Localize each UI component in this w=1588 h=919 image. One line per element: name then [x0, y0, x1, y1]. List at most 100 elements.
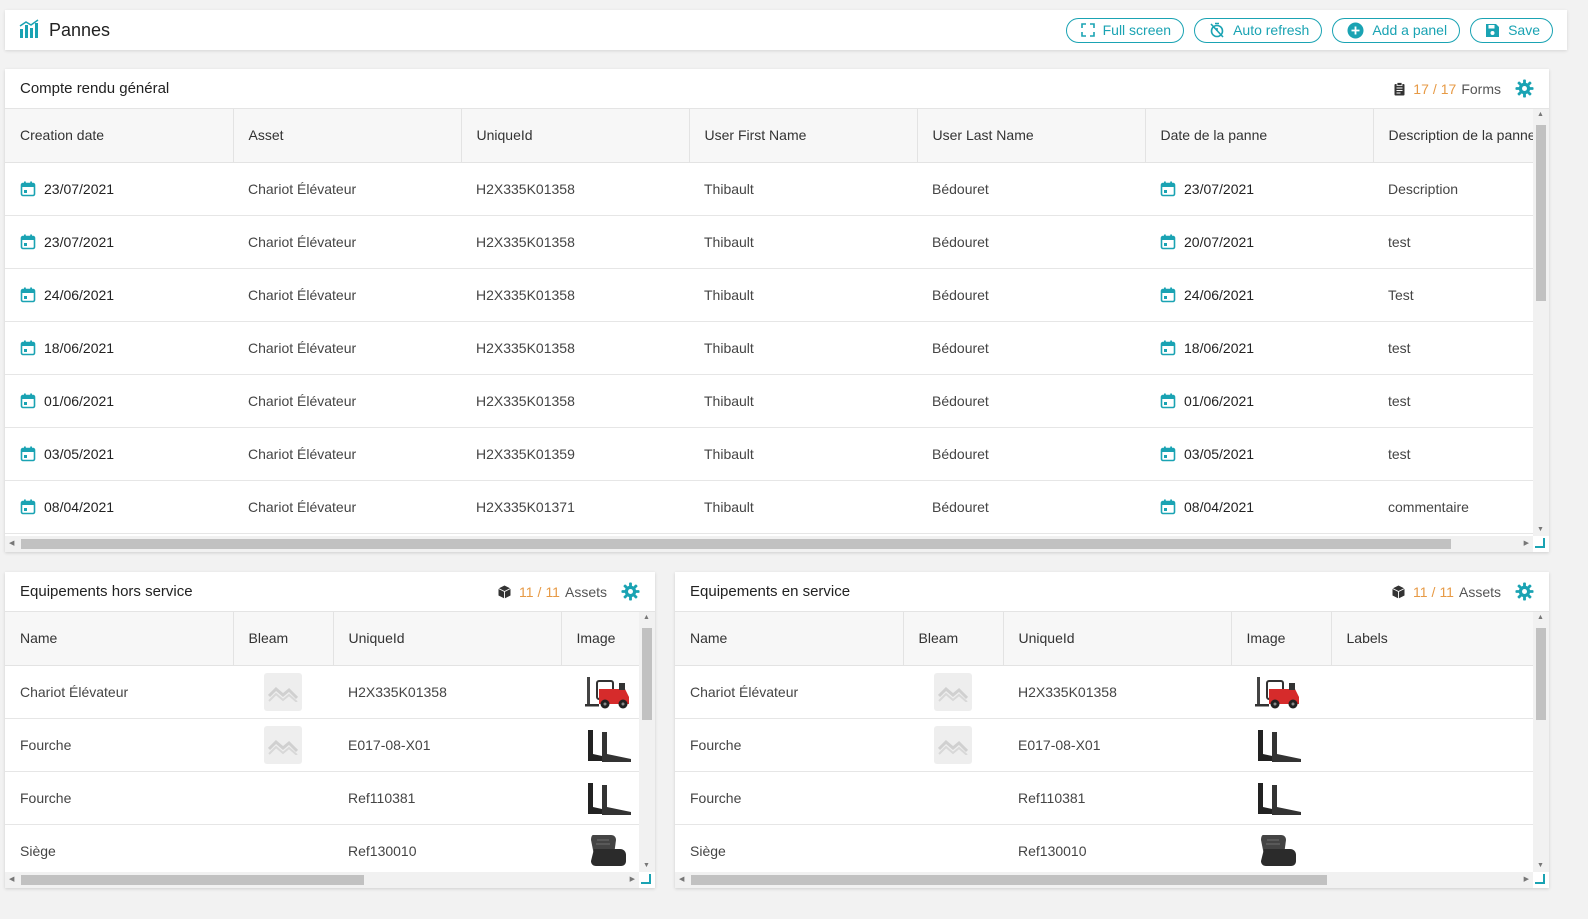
uniqueid-cell: Ref130010 [333, 824, 561, 872]
table-row[interactable]: 01/06/2021 Chariot Élévateur H2X335K01358 T… [5, 374, 1533, 428]
calendar-icon [20, 393, 36, 409]
col-labels[interactable]: Labels [1331, 612, 1533, 666]
full-screen-label: Full screen [1102, 22, 1172, 38]
top-bar: Pannes Full screen Auto refresh Add a pa… [5, 10, 1567, 50]
last-name-cell: Bédouret [917, 321, 1145, 375]
image-cell [1231, 665, 1331, 719]
uniqueid-cell: H2X335K01358 [461, 162, 689, 216]
hors-settings-gear-icon[interactable] [621, 582, 640, 601]
hors-grid: Name Bleam UniqueId Image Chariot Élévat… [5, 612, 639, 872]
en-header-row: Name Bleam UniqueId Image Labels [675, 612, 1533, 666]
table-row[interactable]: Fourche Ref110381 [5, 771, 639, 825]
col-name[interactable]: Name [675, 612, 904, 666]
col-user-last-name[interactable]: User Last Name [917, 109, 1146, 163]
dashboard-chart-icon [19, 18, 39, 42]
creation-date: 03/05/2021 [44, 445, 115, 462]
calendar-icon [1160, 446, 1176, 462]
labels-cell [1331, 771, 1533, 825]
auto-refresh-button[interactable]: Auto refresh [1194, 17, 1323, 43]
calendar-icon [20, 234, 36, 250]
asset-name-cell: Fourche [675, 771, 903, 825]
hors-panel-header: Equipements hors service 11 / 11 Assets [5, 572, 655, 612]
forklift-icon [585, 675, 639, 709]
forms-vertical-scrollbar[interactable]: ▲ ▼ [1533, 109, 1549, 536]
col-uniqueid[interactable]: UniqueId [333, 612, 562, 666]
en-resize-handle[interactable] [1535, 874, 1545, 884]
forms-resize-handle[interactable] [1535, 538, 1545, 548]
table-row[interactable]: 03/05/2021 Chariot Élévateur H2X335K01359 T… [5, 427, 1533, 481]
hors-resize-handle[interactable] [641, 874, 651, 884]
asset-cell: Chariot Élévateur [233, 321, 461, 375]
image-cell [561, 718, 639, 772]
table-row[interactable]: Fourche Ref110381 [675, 771, 1533, 825]
save-label: Save [1508, 22, 1540, 38]
hors-count-unit: Assets [564, 583, 607, 600]
calendar-icon [20, 446, 36, 462]
add-panel-button[interactable]: Add a panel [1332, 17, 1461, 43]
forms-report-panel: Compte rendu général 17 / 17 Forms Creat… [5, 69, 1549, 552]
col-user-first-name[interactable]: User First Name [689, 109, 918, 163]
save-button[interactable]: Save [1470, 17, 1553, 43]
table-row[interactable]: Siège Ref130010 [675, 824, 1533, 872]
uniqueid-cell: H2X335K01358 [333, 665, 561, 719]
table-row[interactable]: 18/06/2021 Chariot Élévateur H2X335K01358 T… [5, 321, 1533, 375]
first-name-cell: Thibault [689, 162, 917, 216]
en-count-separator: / [1431, 583, 1436, 600]
table-row[interactable]: 23/07/2021 Chariot Élévateur H2X335K01358 T… [5, 162, 1533, 216]
table-row[interactable]: Siège Ref130010 [5, 824, 639, 872]
image-cell [561, 771, 639, 825]
calendar-icon [20, 340, 36, 356]
panne-date: 24/06/2021 [1184, 286, 1255, 303]
en-vertical-scrollbar[interactable]: ▲ ▼ [1533, 612, 1549, 872]
en-horizontal-scrollbar[interactable]: ◀ ▶ [675, 872, 1533, 888]
col-image[interactable]: Image [1231, 612, 1332, 666]
creation-date-cell: 24/06/2021 [5, 268, 233, 322]
col-image[interactable]: Image [561, 612, 639, 666]
forklift-icon [1255, 675, 1323, 709]
col-uniqueid[interactable]: UniqueId [461, 109, 690, 163]
col-creation-date[interactable]: Creation date [5, 109, 234, 163]
col-bleam[interactable]: Bleam [233, 612, 334, 666]
creation-date-cell: 03/05/2021 [5, 427, 233, 481]
uniqueid-cell: Ref110381 [1003, 771, 1231, 825]
panne-date: 20/07/2021 [1184, 233, 1255, 250]
hors-count-total: 11 [545, 583, 560, 600]
table-row[interactable]: Chariot Élévateur H2X335K01358 [675, 665, 1533, 719]
col-asset[interactable]: Asset [233, 109, 462, 163]
panne-date-cell: 23/07/2021 [1145, 162, 1373, 216]
table-row[interactable]: 24/06/2021 Chariot Élévateur H2X335K01358 T… [5, 268, 1533, 322]
table-row[interactable]: Chariot Élévateur H2X335K01358 [5, 665, 639, 719]
table-row[interactable]: 08/04/2021 Chariot Élévateur H2X335K01371 T… [5, 480, 1533, 534]
calendar-icon [20, 181, 36, 197]
col-date-panne[interactable]: Date de la panne [1145, 109, 1374, 163]
hors-horizontal-scrollbar[interactable]: ◀ ▶ [5, 872, 639, 888]
uniqueid-cell: E017-08-X01 [333, 718, 561, 772]
fullscreen-icon [1080, 23, 1095, 37]
panne-date: 08/04/2021 [1184, 498, 1255, 515]
creation-date-cell: 01/06/2021 [5, 374, 233, 428]
hors-vertical-scrollbar[interactable]: ▲ ▼ [639, 612, 655, 872]
last-name-cell: Bédouret [917, 268, 1145, 322]
forms-settings-gear-icon[interactable] [1515, 79, 1534, 98]
col-uniqueid[interactable]: UniqueId [1003, 612, 1232, 666]
page-title: Pannes [49, 19, 111, 40]
en-settings-gear-icon[interactable] [1515, 582, 1534, 601]
table-row[interactable]: Fourche E017-08-X01 [5, 718, 639, 772]
uniqueid-cell: Ref130010 [1003, 824, 1231, 872]
table-row[interactable]: 23/07/2021 Chariot Élévateur H2X335K01358 T… [5, 215, 1533, 269]
col-name[interactable]: Name [5, 612, 234, 666]
assets-out-of-service-panel: Equipements hors service 11 / 11 Assets … [5, 572, 655, 888]
full-screen-button[interactable]: Full screen [1065, 17, 1185, 43]
forms-horizontal-scrollbar[interactable]: ◀ ▶ [5, 536, 1533, 552]
col-bleam[interactable]: Bleam [903, 612, 1004, 666]
forms-count-unit: Forms [1461, 80, 1501, 97]
seat-icon [585, 833, 639, 869]
asset-name-cell: Fourche [5, 771, 233, 825]
col-description-panne[interactable]: Description de la panne [1373, 109, 1533, 163]
calendar-icon [1160, 499, 1176, 515]
table-row[interactable]: Fourche E017-08-X01 [675, 718, 1533, 772]
calendar-icon [1160, 181, 1176, 197]
last-name-cell: Bédouret [917, 374, 1145, 428]
uniqueid-cell: H2X335K01358 [461, 321, 689, 375]
hors-count-separator: / [537, 583, 542, 600]
